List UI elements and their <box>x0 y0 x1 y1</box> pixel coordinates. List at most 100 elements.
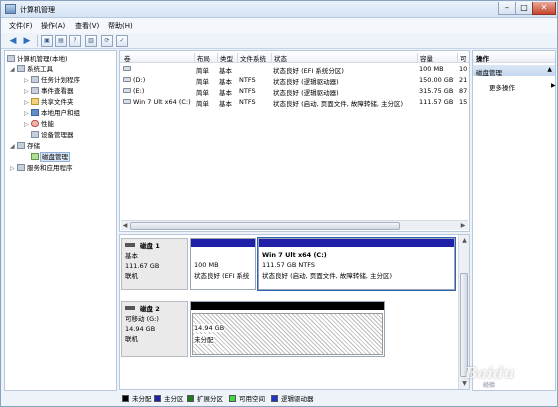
expand-arrow-icon[interactable]: ▷ <box>24 98 31 108</box>
users-icon <box>31 109 39 116</box>
volume-list-header: 卷 布局 类型 文件系统 状态 容量 可 <box>120 51 469 63</box>
column-header-filesystem[interactable]: 文件系统 <box>237 53 266 63</box>
scroll-thumb[interactable] <box>130 222 400 230</box>
tree-item-disk-management[interactable]: 磁盘管理 <box>24 152 70 162</box>
close-button[interactable]: ✕ <box>532 2 556 15</box>
actions-header: 操作 <box>473 51 555 63</box>
tree-item-event-viewer[interactable]: ▷ 事件查看器 <box>24 86 74 96</box>
disk-management-icon <box>31 153 39 160</box>
expand-arrow-icon[interactable]: ▷ <box>10 164 17 174</box>
navigation-tree: 计算机管理(本地) ◢ 系统工具 ▷ 任务计划程序 ▷ 事件查看器 ▷ 共享文件夹 ▷ 本… <box>4 50 117 391</box>
clock-icon <box>31 76 39 83</box>
more-actions-item[interactable]: 更多操作 ▶ <box>489 82 556 92</box>
menu-file[interactable]: 文件(F) <box>9 21 33 31</box>
menu-action[interactable]: 操作(A) <box>41 21 65 31</box>
tree-item-performance[interactable]: ▷ 性能 <box>24 119 54 129</box>
tree-item-system-tools[interactable]: ◢ 系统工具 <box>10 64 53 74</box>
tree-item-services-applications[interactable]: ▷ 服务和应用程序 <box>10 163 73 173</box>
collapse-arrow-icon[interactable]: ◢ <box>10 142 17 152</box>
volume-type: 基本 <box>219 100 232 108</box>
submenu-arrow-icon: ▶ <box>551 82 556 89</box>
legend-logical-drive: 逻辑驱动器 <box>271 393 314 403</box>
volume-layout: 简单 <box>196 78 209 86</box>
disk-label-disk2[interactable]: 磁盘 2 可移动 (G:) 14.94 GB 联机 <box>121 301 188 357</box>
disk-map: 磁盘 1 基本 111.67 GB 联机 100 MB 状态良好 (EFI 系统… <box>119 234 470 390</box>
volume-free: 15 <box>459 98 468 106</box>
tree-item-computer-management[interactable]: 计算机管理(本地) <box>7 54 68 64</box>
volume-filesystem: NTFS <box>239 76 256 84</box>
column-header-layout[interactable]: 布局 <box>194 53 210 63</box>
disk-name: 磁盘 1 <box>125 241 184 251</box>
scroll-right-icon[interactable]: ▶ <box>459 222 467 230</box>
partition-status: 状态良好 (启动, 页面文件, 故障转储, 主分区) <box>262 272 393 280</box>
column-header-volume[interactable]: 卷 <box>122 53 131 63</box>
collapse-up-icon[interactable]: ▲ <box>547 66 552 73</box>
drive-icon <box>123 77 131 82</box>
tree-item-task-scheduler[interactable]: ▷ 任务计划程序 <box>24 75 80 85</box>
actions-pane: 操作 磁盘管理 ▲ 更多操作 ▶ <box>472 50 556 391</box>
volume-type: 基本 <box>219 67 232 75</box>
column-header-free[interactable]: 可 <box>457 53 467 63</box>
toolbox-icon <box>17 65 25 72</box>
volume-status: 状态良好 (EFI 系统分区) <box>273 67 344 75</box>
menu-help[interactable]: 帮助(H) <box>108 21 133 31</box>
services-icon <box>17 164 25 171</box>
baidu-watermark: Baidu 经验 <box>465 364 515 389</box>
partition-c-drive[interactable]: Win 7 Ult x64 (C:) 111.57 GB NTFS 状态良好 (… <box>257 237 456 291</box>
horizontal-scrollbar[interactable]: ◀ ▶ <box>121 220 468 230</box>
legend-swatch <box>187 395 194 402</box>
menu-view[interactable]: 查看(V) <box>75 21 99 31</box>
computer-management-icon <box>5 4 16 14</box>
expand-arrow-icon[interactable]: ▷ <box>24 120 31 130</box>
disk-type: 基本 <box>125 252 138 260</box>
tree-item-local-users-groups[interactable]: ▷ 本地用户和组 <box>24 108 80 118</box>
legend-free-space: 可用空间 <box>229 393 265 403</box>
table-row[interactable]: 简单 基本 状态良好 (EFI 系统分区) 100 MB 10 <box>120 64 469 75</box>
tree-item-storage[interactable]: ◢ 存储 <box>10 141 40 151</box>
tree-item-shared-folders[interactable]: ▷ 共享文件夹 <box>24 97 74 107</box>
actions-section-label: 磁盘管理 <box>476 69 502 77</box>
volume-list: 卷 布局 类型 文件系统 状态 容量 可 简单 基本 状态良好 (EFI 系统分… <box>119 50 470 232</box>
legend-unallocated: 未分配 <box>122 393 152 403</box>
scroll-thumb[interactable] <box>460 273 468 377</box>
table-row[interactable]: Win 7 Ult x64 (C:) 简单 基本 NTFS 状态良好 (启动, … <box>120 97 469 108</box>
device-manager-icon <box>31 131 39 138</box>
disk-status: 联机 <box>125 335 138 343</box>
volume-status: 状态良好 (逻辑驱动器) <box>273 89 339 97</box>
collapse-arrow-icon[interactable]: ◢ <box>10 65 17 75</box>
back-arrow-icon[interactable]: ◀ <box>7 35 19 47</box>
help-icon[interactable]: ? <box>69 35 81 47</box>
volume-free: 21 <box>459 76 468 84</box>
drive-icon <box>123 88 131 93</box>
partition-bar <box>191 239 255 247</box>
shared-folder-icon <box>31 98 39 105</box>
expand-arrow-icon[interactable]: ▷ <box>24 76 31 86</box>
forward-arrow-icon[interactable]: ▶ <box>21 35 33 47</box>
scroll-left-icon[interactable]: ◀ <box>121 222 129 230</box>
table-row[interactable]: (D:) 简单 基本 NTFS 状态良好 (逻辑驱动器) 150.00 GB 2… <box>120 75 469 86</box>
minimize-button[interactable]: – <box>498 2 516 15</box>
export-list-icon[interactable]: ✓ <box>116 35 128 47</box>
actions-section-disk-management[interactable]: 磁盘管理 ▲ <box>473 65 555 77</box>
column-header-status[interactable]: 状态 <box>271 53 287 63</box>
properties-icon[interactable]: ▥ <box>85 35 97 47</box>
volume-layout: 简单 <box>196 67 209 75</box>
show-hide-tree-icon[interactable]: ▤ <box>55 35 67 47</box>
scroll-up-icon[interactable]: ▲ <box>460 236 469 245</box>
column-header-type[interactable]: 类型 <box>217 53 233 63</box>
disk-icon <box>125 243 135 247</box>
partition-unallocated[interactable]: 14.94 GB 未分配 <box>190 301 385 357</box>
refresh-icon[interactable]: ⟳ <box>101 35 113 47</box>
volume-capacity: 150.00 GB <box>419 76 454 84</box>
table-row[interactable]: (E:) 简单 基本 NTFS 状态良好 (逻辑驱动器) 315.75 GB 8… <box>120 86 469 97</box>
maximize-button[interactable]: □ <box>515 2 533 15</box>
column-header-capacity[interactable]: 容量 <box>417 53 433 63</box>
disk-label-disk1[interactable]: 磁盘 1 基本 111.67 GB 联机 <box>121 238 188 290</box>
expand-arrow-icon[interactable]: ▷ <box>24 87 31 97</box>
storage-icon <box>17 142 25 149</box>
expand-arrow-icon[interactable]: ▷ <box>24 109 31 119</box>
up-level-icon[interactable]: ▣ <box>41 35 53 47</box>
partition-efi[interactable]: 100 MB 状态良好 (EFI 系统 <box>190 238 256 290</box>
tree-item-device-manager[interactable]: 设备管理器 <box>24 130 74 140</box>
volume-name: Win 7 Ult x64 (C:) <box>123 98 194 106</box>
